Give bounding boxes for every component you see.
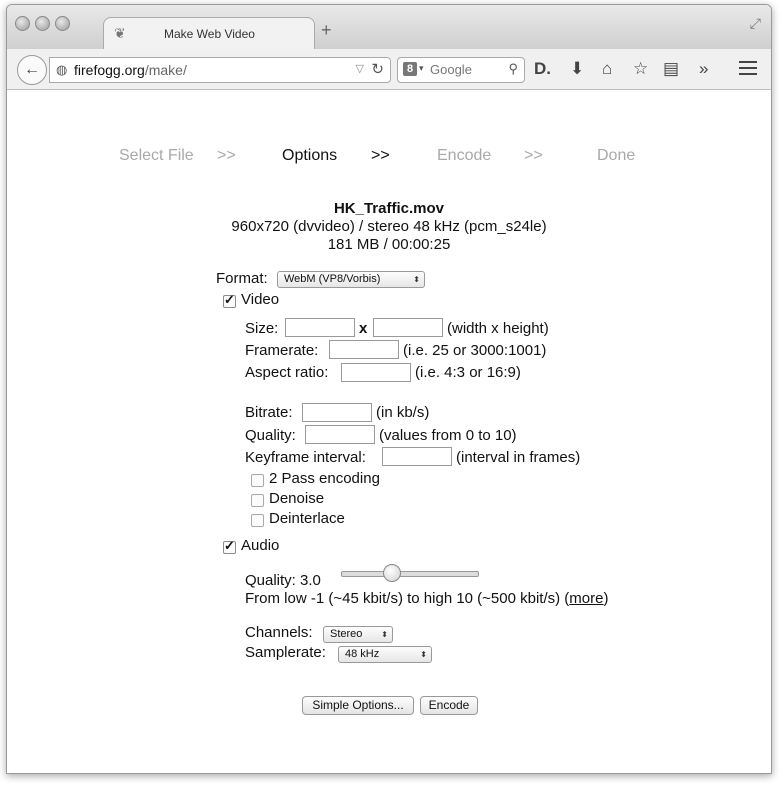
url-path: /make/ bbox=[144, 62, 187, 78]
page-content: Select File >> Options >> Encode >> Done… bbox=[7, 90, 771, 773]
framerate-hint: (i.e. 25 or 3000:1001) bbox=[403, 342, 547, 359]
home-icon[interactable]: ⌂ bbox=[602, 59, 612, 79]
step-done: Done bbox=[597, 147, 636, 164]
audio-label: Audio bbox=[241, 537, 280, 554]
minimize-window-button[interactable] bbox=[35, 16, 50, 31]
audio-range-text: From low -1 (~45 kbit/s) to high 10 (~50… bbox=[245, 590, 570, 607]
browser-window: ❦ Make Web Video + ⤢ ← ◍ firefogg.org/ma… bbox=[6, 4, 772, 774]
video-quality-label: Quality: bbox=[245, 427, 296, 444]
denoise-checkbox[interactable] bbox=[251, 494, 264, 507]
url-text: firefogg.org/make/ bbox=[74, 62, 187, 78]
bookmark-star-icon[interactable]: ☆ bbox=[633, 59, 648, 79]
aspect-ratio-hint: (i.e. 4:3 or 16:9) bbox=[415, 364, 521, 381]
download-icon[interactable]: ⬇ bbox=[570, 59, 584, 79]
denoise-label: Denoise bbox=[269, 490, 325, 507]
video-quality-hint: (values from 0 to 10) bbox=[379, 427, 517, 444]
height-input[interactable] bbox=[373, 318, 443, 337]
framerate-input[interactable] bbox=[329, 340, 399, 359]
audio-checkbox[interactable] bbox=[223, 538, 236, 554]
bitrate-label: Bitrate: bbox=[245, 404, 293, 421]
framerate-label: Framerate: bbox=[245, 342, 319, 359]
audio-quality-slider-track[interactable] bbox=[341, 571, 479, 577]
channels-select[interactable]: Stereo ⬍ bbox=[323, 626, 393, 643]
format-label: Format: bbox=[216, 270, 268, 287]
size-label: Size: bbox=[245, 320, 279, 337]
select-arrows-icon: ⬍ bbox=[381, 630, 388, 639]
fullscreen-icon[interactable]: ⤢ bbox=[750, 15, 761, 32]
firefogg-icon: ❦ bbox=[114, 25, 126, 41]
samplerate-value: 48 kHz bbox=[345, 648, 380, 660]
width-input[interactable] bbox=[285, 318, 355, 337]
aspect-ratio-label: Aspect ratio: bbox=[245, 364, 329, 381]
search-engine-dropdown-icon[interactable]: ▾ bbox=[419, 63, 424, 74]
step-separator: >> bbox=[371, 147, 390, 164]
select-arrows-icon: ⬍ bbox=[420, 650, 427, 659]
new-tab-button[interactable]: + bbox=[321, 21, 332, 39]
file-name: HK_Traffic.mov bbox=[333, 200, 445, 217]
audio-range-close: ) bbox=[603, 590, 609, 607]
step-encode: Encode bbox=[437, 147, 492, 164]
samplerate-select[interactable]: 48 kHz ⬍ bbox=[338, 646, 432, 663]
two-pass-label: 2 Pass encoding bbox=[269, 470, 380, 487]
deinterlace-checkbox[interactable] bbox=[251, 514, 264, 527]
url-bar[interactable]: ◍ firefogg.org/make/ ▽ ↻ bbox=[49, 57, 391, 83]
keyframe-interval-hint: (interval in frames) bbox=[456, 449, 581, 466]
aspect-ratio-input[interactable] bbox=[341, 363, 411, 382]
nav-bar: ← ◍ firefogg.org/make/ ▽ ↻ 8 ▾ Google ⚲ … bbox=[7, 49, 771, 90]
back-button[interactable]: ← bbox=[17, 55, 47, 85]
keyframe-interval-label: Keyframe interval: bbox=[245, 449, 366, 466]
format-value: WebM (VP8/Vorbis) bbox=[284, 273, 381, 285]
tab-title: Make Web Video bbox=[164, 27, 255, 41]
size-x: x bbox=[359, 320, 368, 337]
video-label: Video bbox=[241, 291, 280, 308]
close-window-button[interactable] bbox=[15, 16, 30, 31]
file-info-line2: 181 MB / 00:00:25 bbox=[327, 236, 451, 253]
tab-make-web-video[interactable]: ❦ Make Web Video bbox=[103, 17, 315, 50]
keyframe-interval-input[interactable] bbox=[382, 447, 452, 466]
search-placeholder: Google bbox=[430, 62, 472, 77]
two-pass-checkbox[interactable] bbox=[251, 474, 264, 487]
deinterlace-label: Deinterlace bbox=[269, 510, 345, 527]
video-quality-input[interactable] bbox=[305, 425, 375, 444]
video-checkbox[interactable] bbox=[223, 292, 236, 308]
step-separator: >> bbox=[524, 147, 543, 164]
bitrate-hint: (in kb/s) bbox=[376, 404, 430, 421]
size-hint: (width x height) bbox=[447, 320, 549, 337]
zoom-window-button[interactable] bbox=[55, 16, 70, 31]
url-host: firefogg.org bbox=[74, 62, 145, 78]
file-info-line1: 960x720 (dvvideo) / stereo 48 kHz (pcm_s… bbox=[231, 218, 547, 235]
step-separator: >> bbox=[217, 147, 236, 164]
step-select-file: Select File bbox=[119, 147, 194, 164]
audio-quality-range: From low -1 (~45 kbit/s) to high 10 (~50… bbox=[245, 590, 608, 607]
globe-icon: ◍ bbox=[56, 62, 68, 77]
audio-quality-slider-thumb[interactable] bbox=[383, 564, 401, 582]
step-options: Options bbox=[282, 147, 338, 164]
simple-options-button[interactable]: Simple Options... bbox=[302, 696, 414, 715]
url-dropdown-icon[interactable]: ▽ bbox=[356, 62, 364, 75]
channels-value: Stereo bbox=[330, 628, 363, 640]
google-icon[interactable]: 8 bbox=[403, 62, 417, 76]
search-bar[interactable]: 8 ▾ Google ⚲ bbox=[397, 57, 525, 83]
encode-button[interactable]: Encode bbox=[420, 696, 478, 715]
select-arrows-icon: ⬍ bbox=[413, 275, 420, 284]
dictionary-icon[interactable]: D. bbox=[534, 59, 551, 79]
bitrate-input[interactable] bbox=[302, 403, 372, 422]
title-bar: ❦ Make Web Video + ⤢ bbox=[7, 5, 771, 50]
overflow-chevron-icon[interactable]: » bbox=[699, 59, 708, 79]
samplerate-label: Samplerate: bbox=[245, 644, 326, 661]
menu-icon[interactable] bbox=[739, 61, 757, 75]
reading-list-icon[interactable]: ▤ bbox=[663, 59, 679, 79]
format-select[interactable]: WebM (VP8/Vorbis) ⬍ bbox=[277, 271, 425, 288]
more-link[interactable]: more bbox=[569, 590, 603, 607]
search-icon[interactable]: ⚲ bbox=[508, 61, 518, 77]
reload-icon[interactable]: ↻ bbox=[371, 60, 384, 78]
audio-quality-label: Quality: 3.0 bbox=[245, 572, 321, 589]
channels-label: Channels: bbox=[245, 624, 313, 641]
